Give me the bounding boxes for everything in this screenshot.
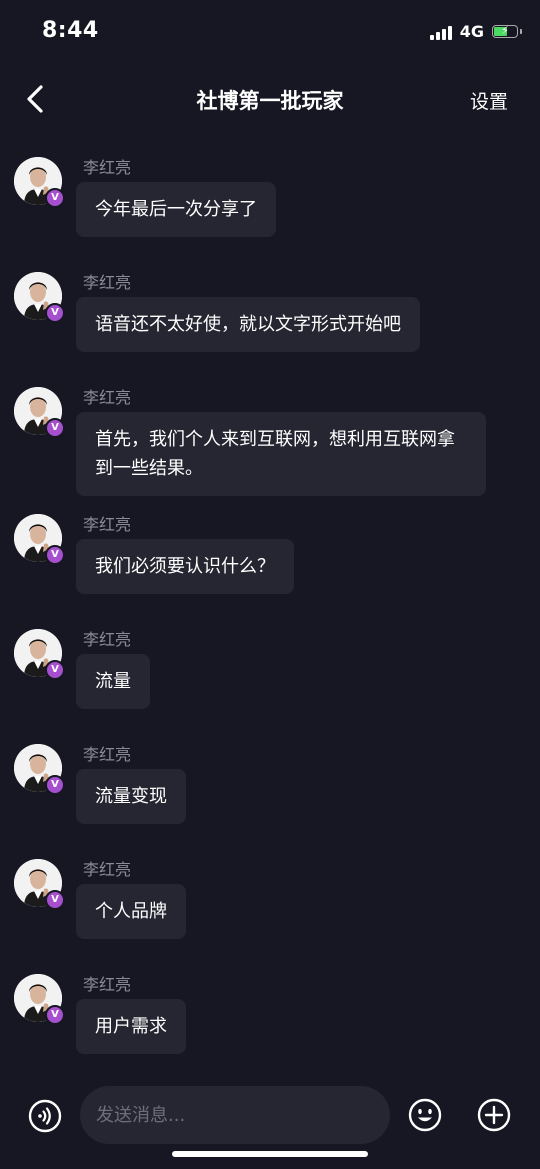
message-bubble[interactable]: 语音还不太好使，就以文字形式开始吧: [76, 297, 420, 352]
chat-header: 社博第一批玩家 设置: [0, 70, 540, 130]
sender-name: 李红亮: [83, 630, 132, 649]
message-item: V 李红亮 语音还不太好使，就以文字形式开始吧: [0, 269, 540, 369]
network-type: 4G: [459, 22, 484, 41]
signal-icon: [429, 24, 452, 40]
voice-button[interactable]: [28, 1099, 62, 1133]
message-item: V 李红亮 我们必须要认识什么？: [0, 511, 540, 611]
emoji-button[interactable]: [408, 1098, 442, 1132]
avatar[interactable]: V: [14, 974, 65, 1025]
sender-name: 李红亮: [83, 975, 132, 994]
page-title: 社博第一批玩家: [196, 89, 344, 113]
more-button[interactable]: [477, 1098, 511, 1132]
avatar[interactable]: V: [14, 744, 65, 795]
sender-name: 李红亮: [83, 745, 132, 764]
message-input[interactable]: [80, 1086, 390, 1144]
verified-badge-icon: V: [45, 545, 65, 565]
message-item: V 李红亮 首先，我们个人来到互联网，想利用互联网拿到一些结果。: [0, 384, 540, 496]
avatar[interactable]: V: [14, 157, 65, 208]
sender-name: 李红亮: [83, 158, 132, 177]
verified-badge-icon: V: [45, 188, 65, 208]
sender-name: 李红亮: [83, 515, 132, 534]
avatar[interactable]: V: [14, 514, 65, 565]
message-bubble[interactable]: 今年最后一次分享了: [76, 182, 276, 237]
avatar[interactable]: V: [14, 629, 65, 680]
verified-badge-icon: V: [45, 303, 65, 323]
sender-name: 李红亮: [83, 860, 132, 879]
sender-name: 李红亮: [83, 388, 132, 407]
voice-wave-icon: [28, 1099, 62, 1133]
message-bubble[interactable]: 我们必须要认识什么？: [76, 539, 294, 594]
input-bar: [0, 1079, 540, 1169]
message-bubble[interactable]: 流量变现: [76, 769, 186, 824]
avatar[interactable]: V: [14, 272, 65, 323]
message-list[interactable]: V 李红亮 今年最后一次分享了 V 李红亮 语音还不太好使，就以文字形式开始吧: [0, 150, 540, 1080]
message-item: V 李红亮 今年最后一次分享了: [0, 154, 540, 254]
status-indicators: 4G ⚡: [429, 22, 522, 41]
message-bubble[interactable]: 流量: [76, 654, 150, 709]
smiley-icon: [408, 1098, 442, 1132]
message-item: V 李红亮 用户需求: [0, 971, 540, 1071]
plus-circle-icon: [477, 1098, 511, 1132]
sender-name: 李红亮: [83, 273, 132, 292]
avatar[interactable]: V: [14, 859, 65, 910]
verified-badge-icon: V: [45, 775, 65, 795]
verified-badge-icon: V: [45, 418, 65, 438]
message-item: V 李红亮 个人品牌: [0, 856, 540, 956]
message-item: V 李红亮 流量变现: [0, 741, 540, 841]
message-bubble[interactable]: 首先，我们个人来到互联网，想利用互联网拿到一些结果。: [76, 412, 486, 496]
settings-button[interactable]: 设置: [470, 87, 508, 114]
status-time: 8:44: [42, 18, 99, 43]
message-bubble[interactable]: 用户需求: [76, 999, 186, 1054]
verified-badge-icon: V: [45, 1005, 65, 1025]
message-item: V 李红亮 流量: [0, 626, 540, 726]
verified-badge-icon: V: [45, 890, 65, 910]
verified-badge-icon: V: [45, 660, 65, 680]
battery-icon: ⚡: [492, 24, 522, 38]
message-bubble[interactable]: 个人品牌: [76, 884, 186, 939]
home-indicator: [172, 1151, 368, 1157]
status-bar: 8:44 4G ⚡: [0, 0, 540, 64]
avatar[interactable]: V: [14, 387, 65, 438]
